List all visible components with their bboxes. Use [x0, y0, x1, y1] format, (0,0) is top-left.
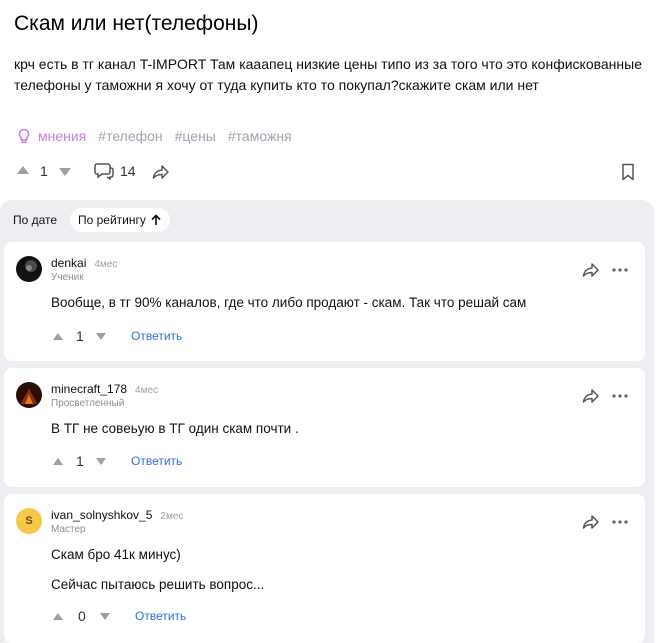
comment-card: minecraft_178 4мес Просветленный В ТГ не… — [4, 368, 645, 487]
comment-author[interactable]: minecraft_178 4мес — [51, 382, 158, 396]
comments-count: 14 — [120, 163, 136, 179]
avatar[interactable] — [16, 382, 42, 408]
username[interactable]: ivan_solnyshkov_5 — [51, 508, 152, 522]
comment-time: 2мес — [160, 511, 184, 522]
username[interactable]: minecraft_178 — [51, 382, 127, 396]
user-rank: Просветленный — [51, 398, 125, 409]
arrow-up-icon — [150, 214, 162, 226]
bookmark-icon[interactable] — [621, 163, 635, 181]
comments-icon[interactable] — [94, 162, 114, 181]
question-title: Скам или нет(телефоны) — [14, 12, 259, 35]
comment-card: S ivan_solnyshkov_5 2мес Мастер Скам бро… — [4, 494, 645, 643]
comment-time: 4мес — [94, 259, 118, 270]
comment-text: Вообще, в тг 90% каналов, где что либо п… — [51, 295, 527, 310]
share-icon[interactable] — [582, 514, 600, 530]
comment-vote-count: 1 — [76, 453, 84, 469]
tag-prices[interactable]: #цены — [175, 128, 216, 144]
upvote-icon[interactable] — [52, 332, 64, 341]
comment-text: Сейчас пытаюсь решить вопрос... — [51, 577, 265, 592]
downvote-icon[interactable] — [99, 612, 111, 621]
upvote-icon[interactable] — [52, 612, 64, 621]
tag-label: мнения — [38, 128, 87, 144]
avatar[interactable]: S — [16, 508, 42, 534]
question-actions: 1 14 — [16, 160, 642, 184]
comment-time: 4мес — [135, 385, 159, 396]
comment-author[interactable]: denkai 4мес — [51, 256, 117, 270]
comments-panel: По дате По рейтингу denkai 4мес Ученик В… — [0, 200, 654, 643]
tag-customs[interactable]: #таможня — [228, 128, 292, 144]
more-icon[interactable] — [612, 520, 628, 524]
upvote-icon[interactable] — [16, 165, 30, 175]
user-rank: Ученик — [51, 272, 84, 283]
share-icon[interactable] — [582, 262, 600, 278]
upvote-icon[interactable] — [52, 457, 64, 466]
lightbulb-icon — [16, 128, 32, 144]
comment-text: Скам бро 41к минус) — [51, 547, 181, 562]
share-icon[interactable] — [582, 388, 600, 404]
comment-text: В ТГ не совеьую в ТГ один скам почти . — [51, 421, 299, 436]
comment-vote-count: 0 — [78, 608, 86, 624]
share-icon[interactable] — [152, 164, 170, 180]
downvote-icon[interactable] — [95, 332, 107, 341]
tag-list: мнения #телефон #цены #таможня — [16, 126, 292, 146]
comment-card: denkai 4мес Ученик Вообще, в тг 90% кана… — [4, 242, 645, 361]
downvote-icon[interactable] — [58, 167, 72, 177]
comment-author[interactable]: ivan_solnyshkov_5 2мес — [51, 508, 183, 522]
tag-opinions[interactable]: мнения — [16, 128, 86, 144]
sort-by-date[interactable]: По дате — [5, 208, 65, 232]
reply-link[interactable]: Ответить — [131, 454, 182, 468]
sort-label: По рейтингу — [78, 213, 146, 227]
reply-link[interactable]: Ответить — [131, 329, 182, 343]
reply-link[interactable]: Ответить — [135, 609, 186, 623]
user-rank: Мастер — [51, 524, 86, 535]
tag-phone[interactable]: #телефон — [98, 128, 162, 144]
avatar[interactable] — [16, 256, 42, 282]
sort-by-rating[interactable]: По рейтингу — [70, 208, 170, 232]
downvote-icon[interactable] — [95, 457, 107, 466]
username[interactable]: denkai — [51, 256, 86, 270]
more-icon[interactable] — [612, 394, 628, 398]
comment-vote-count: 1 — [76, 328, 84, 344]
sort-label: По дате — [13, 213, 58, 227]
more-icon[interactable] — [612, 268, 628, 272]
question-vote-count: 1 — [40, 163, 48, 179]
question-body: крч есть в тг канал T-IMPORT Там кааапец… — [14, 56, 642, 93]
